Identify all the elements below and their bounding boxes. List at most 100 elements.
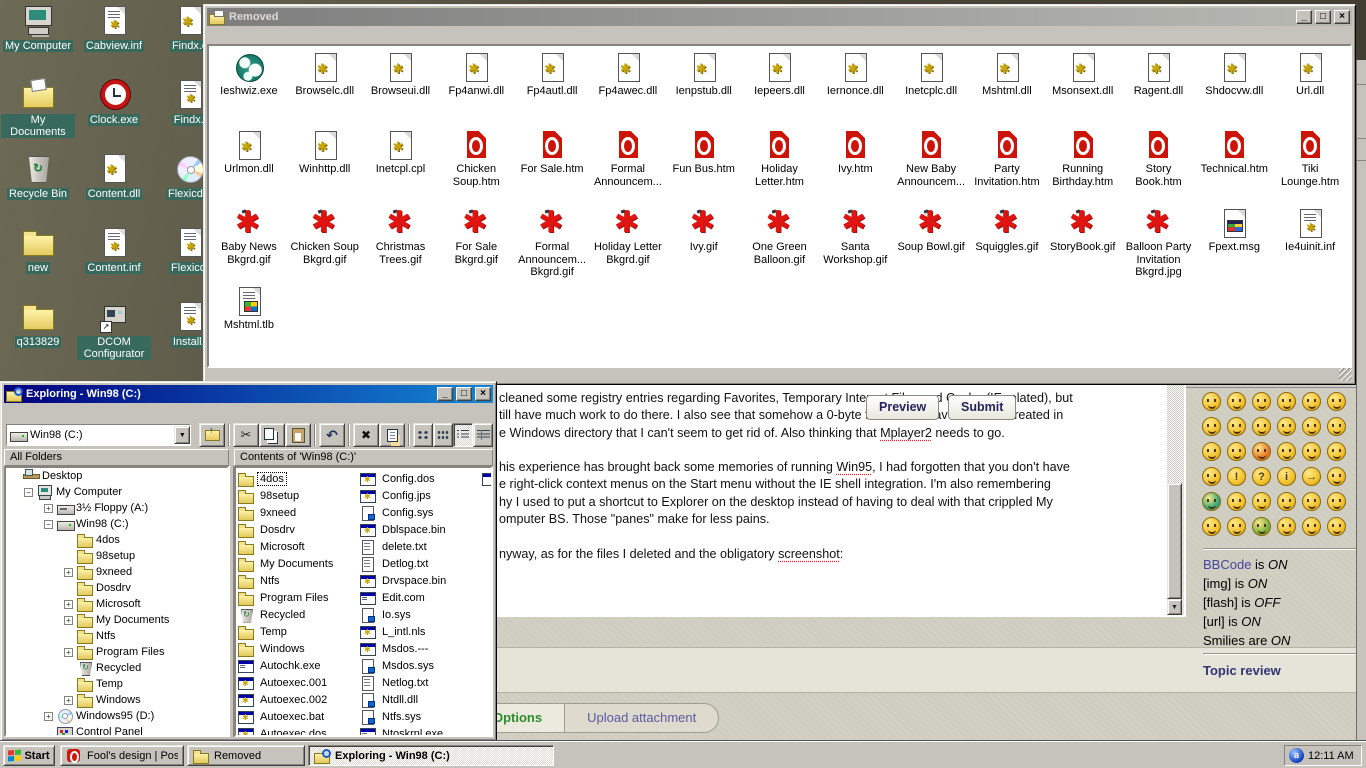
- menu-item[interactable]: [223, 34, 237, 36]
- menu-item[interactable]: [239, 34, 253, 36]
- tree-expander-icon[interactable]: [64, 600, 73, 609]
- message-textarea[interactable]: cleaned some registry entries regarding …: [470, 371, 1186, 617]
- file-icon[interactable]: Urlmon.dll: [211, 129, 287, 207]
- smiley[interactable]: [1302, 442, 1321, 461]
- menu-item[interactable]: [207, 34, 221, 36]
- tree-item[interactable]: Windows: [6, 692, 227, 708]
- menu-item[interactable]: [68, 411, 82, 413]
- file-icon[interactable]: Ragent.dll: [1121, 51, 1197, 129]
- file-icon[interactable]: Fp4anwi.dll: [438, 51, 514, 129]
- file-list-item[interactable]: Io.sys: [360, 606, 482, 623]
- smiley[interactable]: [1277, 392, 1296, 411]
- close-button[interactable]: ×: [475, 387, 491, 401]
- file-icon[interactable]: New Baby Announcem...: [893, 129, 969, 207]
- desktop-icon[interactable]: Clock.exe: [76, 76, 152, 150]
- file-list-item[interactable]: Drvspace.bin: [360, 572, 482, 589]
- file-icon[interactable]: Chicken Soup.htm: [438, 129, 514, 207]
- menu-item[interactable]: [20, 411, 34, 413]
- tree-item[interactable]: 9xneed: [6, 564, 227, 580]
- file-icon[interactable]: Santa Workshop.gif: [817, 207, 893, 285]
- file-list-item[interactable]: Detlog.txt: [360, 555, 482, 572]
- file-list-item[interactable]: Windows: [238, 640, 360, 657]
- tray-app-icon[interactable]: [1289, 748, 1304, 763]
- properties-button[interactable]: [379, 423, 405, 447]
- tree-item[interactable]: Microsoft: [6, 596, 227, 612]
- tree-item[interactable]: Control Panel: [6, 724, 227, 737]
- smiley[interactable]: [1302, 492, 1321, 511]
- file-list-item[interactable]: Program Files: [238, 589, 360, 606]
- smiley[interactable]: [1277, 442, 1296, 461]
- file-list-item[interactable]: Config.sys: [360, 504, 482, 521]
- desktop-icon[interactable]: DCOM Configurator: [76, 298, 152, 372]
- file-icon[interactable]: Fpext.msg: [1196, 207, 1272, 285]
- taskbar-task-button[interactable]: Fool's design | Post a reply...: [60, 745, 184, 766]
- details-view-button[interactable]: [473, 423, 493, 447]
- file-list-item[interactable]: Recycled: [238, 606, 360, 623]
- chevron-down-icon[interactable]: ▼: [174, 426, 190, 444]
- preview-button[interactable]: Preview: [866, 395, 939, 420]
- smiley[interactable]: [1302, 392, 1321, 411]
- tree-item[interactable]: Win98 (C:): [6, 516, 227, 532]
- file-list-item[interactable]: Temp: [238, 623, 360, 640]
- tree-item[interactable]: 98setup: [6, 548, 227, 564]
- file-list-item[interactable]: Ntdll.dll: [360, 691, 482, 708]
- smiley[interactable]: [1327, 392, 1346, 411]
- file-icon[interactable]: Christmas Trees.gif: [363, 207, 439, 285]
- desktop-icon[interactable]: My Documents: [0, 76, 76, 150]
- file-list-item[interactable]: 98setup: [238, 487, 360, 504]
- cut-button[interactable]: [233, 423, 259, 447]
- file-list-item[interactable]: Msdos.sys: [360, 657, 482, 674]
- file-icon[interactable]: Balloon Party Invitation Bkgrd.jpg: [1121, 207, 1197, 285]
- smiley[interactable]: [1327, 417, 1346, 436]
- file-icon[interactable]: Browseui.dll: [363, 51, 439, 129]
- file-icon[interactable]: Shdocvw.dll: [1196, 51, 1272, 129]
- smiley[interactable]: →: [1302, 467, 1321, 486]
- taskbar-task-button[interactable]: Exploring - Win98 (C:): [308, 745, 554, 766]
- tree-expander-icon[interactable]: [64, 568, 73, 577]
- title-bar[interactable]: Exploring - Win98 (C:) _ □ ×: [4, 385, 493, 403]
- file-icon[interactable]: Party Invitation.htm: [969, 129, 1045, 207]
- smiley[interactable]: [1252, 517, 1271, 536]
- desktop-icon[interactable]: Cabview.inf: [76, 2, 152, 76]
- scrollbar-thumb[interactable]: [1167, 483, 1182, 599]
- smiley[interactable]: [1202, 392, 1221, 411]
- menu-item[interactable]: [4, 411, 18, 413]
- file-icon[interactable]: Mshtml.dll: [969, 51, 1045, 129]
- file-list-item[interactable]: 4dos: [238, 470, 360, 487]
- tree-item[interactable]: Recycled: [6, 660, 227, 676]
- smiley[interactable]: [1252, 492, 1271, 511]
- smiley[interactable]: i: [1277, 467, 1296, 486]
- file-list-item[interactable]: Netlog.txt: [360, 674, 482, 691]
- file-list-item[interactable]: L_intl.nls: [360, 623, 482, 640]
- file-icon[interactable]: Baby News Bkgrd.gif: [211, 207, 287, 285]
- tree-item[interactable]: 4dos: [6, 532, 227, 548]
- file-list-item[interactable]: delete.txt: [360, 538, 482, 555]
- smiley[interactable]: [1302, 417, 1321, 436]
- file-list-item[interactable]: Dblspace.bin: [360, 521, 482, 538]
- smiley[interactable]: [1327, 492, 1346, 511]
- file-icon[interactable]: Ivy.htm: [817, 129, 893, 207]
- tree-item[interactable]: 3½ Floppy (A:): [6, 500, 227, 516]
- file-list-item[interactable]: Edit.com: [360, 589, 482, 606]
- scroll-down-button[interactable]: ▼: [1167, 599, 1182, 615]
- resize-grip[interactable]: [1339, 368, 1352, 381]
- address-combo[interactable]: Win98 (C:) ▼: [6, 424, 191, 446]
- tab-upload-attachment[interactable]: Upload attachment: [565, 704, 718, 732]
- file-icon[interactable]: StoryBook.gif: [1045, 207, 1121, 285]
- file-list-item[interactable]: Config.dos: [360, 470, 482, 487]
- submit-button[interactable]: Submit: [948, 395, 1016, 420]
- desktop-icon[interactable]: My Computer: [0, 2, 76, 76]
- file-icon[interactable]: Technical.htm: [1196, 129, 1272, 207]
- smiley[interactable]: [1202, 417, 1221, 436]
- tree-item[interactable]: Windows95 (D:): [6, 708, 227, 724]
- list-view-button[interactable]: [453, 423, 473, 447]
- smiley[interactable]: [1227, 517, 1246, 536]
- smiley[interactable]: ?: [1252, 467, 1271, 486]
- file-icon[interactable]: Formal Announcem...: [590, 129, 666, 207]
- delete-button[interactable]: [353, 423, 379, 447]
- smiley[interactable]: [1327, 517, 1346, 536]
- file-icon[interactable]: Inetcpl.cpl: [363, 129, 439, 207]
- file-icon[interactable]: For Sale Bkgrd.gif: [438, 207, 514, 285]
- file-icon[interactable]: One Green Balloon.gif: [742, 207, 818, 285]
- tree-item[interactable]: My Computer: [6, 484, 227, 500]
